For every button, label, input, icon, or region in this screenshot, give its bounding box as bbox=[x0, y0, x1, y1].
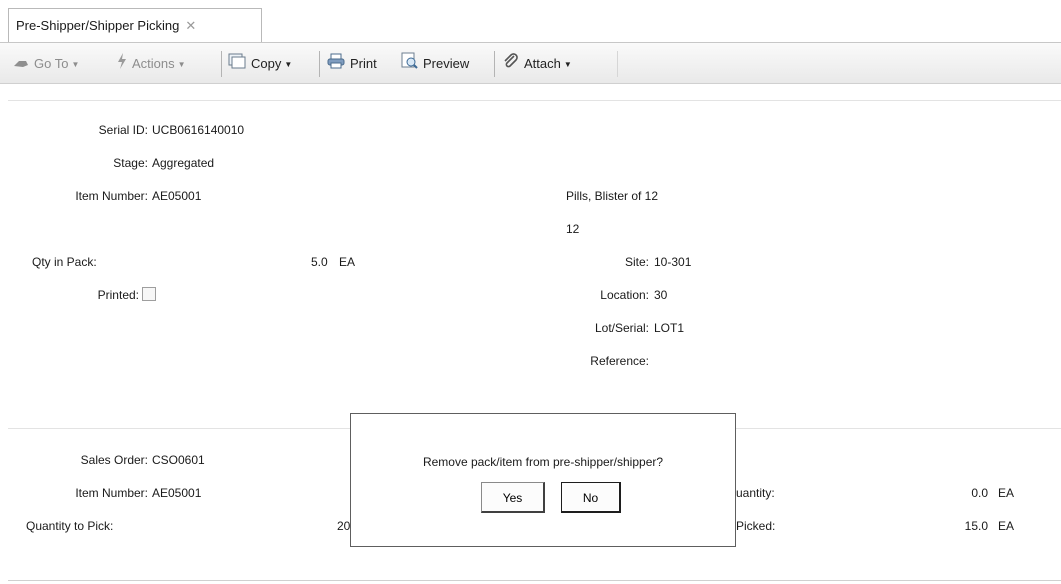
tab-pre-shipper-picking[interactable]: Pre-Shipper/Shipper Picking ✕ bbox=[8, 8, 262, 42]
picked-uom: EA bbox=[998, 519, 1015, 533]
chevron-down-icon: ▼ bbox=[177, 59, 186, 69]
goto-icon bbox=[13, 44, 29, 86]
paperclip-icon bbox=[503, 44, 519, 86]
printed-label: Printed: bbox=[97, 288, 139, 302]
reference-label: Reference: bbox=[590, 354, 649, 368]
lightning-icon bbox=[117, 44, 127, 86]
site-value: 10-301 bbox=[654, 255, 692, 269]
preview-label: Preview bbox=[423, 56, 470, 71]
printer-icon bbox=[327, 44, 345, 86]
quantity-to-pick-label: Quantity to Pick: bbox=[26, 519, 114, 533]
section-divider bbox=[8, 580, 1061, 581]
serial-id-value: UCB0616140010 bbox=[152, 123, 245, 137]
preview-button[interactable]: Preview bbox=[401, 43, 469, 85]
toolbar-divider bbox=[221, 51, 222, 77]
qty-in-pack-uom: EA bbox=[339, 255, 356, 269]
chevron-down-icon: ▼ bbox=[71, 59, 80, 69]
sales-order-label: Sales Order: bbox=[80, 453, 148, 467]
quantity-label: uantity: bbox=[736, 486, 775, 500]
picked-label: Picked: bbox=[736, 519, 776, 533]
copy-label: Copy bbox=[251, 56, 282, 71]
goto-label: Go To bbox=[34, 56, 69, 71]
location-value: 30 bbox=[654, 288, 668, 302]
order-item-number-label: Item Number: bbox=[75, 486, 148, 500]
item-description: Pills, Blister of 12 bbox=[566, 189, 659, 203]
picked-value: 15.0 bbox=[964, 519, 988, 533]
sales-order-value: CSO0601 bbox=[152, 453, 205, 467]
dialog-message: Remove pack/item from pre-shipper/shippe… bbox=[422, 455, 664, 469]
printed-checkbox[interactable] bbox=[142, 287, 156, 301]
lot-serial-label: Lot/Serial: bbox=[594, 321, 649, 335]
copy-icon bbox=[228, 44, 246, 86]
location-label: Location: bbox=[600, 288, 649, 302]
qty-in-pack-label: Qty in Pack: bbox=[32, 255, 97, 269]
section-divider bbox=[8, 100, 1061, 101]
toolbar-divider bbox=[319, 51, 320, 77]
confirm-dialog: Remove pack/item from pre-shipper/shippe… bbox=[350, 413, 736, 547]
print-label: Print bbox=[350, 56, 377, 71]
yes-button[interactable]: Yes bbox=[481, 482, 545, 513]
tab-bar: Pre-Shipper/Shipper Picking ✕ bbox=[0, 0, 1061, 42]
preview-icon bbox=[401, 44, 418, 86]
quantity-uom: EA bbox=[998, 486, 1015, 500]
toolbar: Go To ▼ Actions ▼ Copy ▼ Print Preview Atta… bbox=[0, 42, 1061, 84]
stage-label: Stage: bbox=[113, 156, 148, 170]
site-label: Site: bbox=[624, 255, 649, 269]
item-number-value: AE05001 bbox=[152, 189, 202, 203]
goto-button[interactable]: Go To ▼ bbox=[13, 43, 79, 85]
order-item-number-value: AE05001 bbox=[152, 486, 202, 500]
print-button[interactable]: Print bbox=[327, 43, 377, 85]
lot-serial-value: LOT1 bbox=[654, 321, 685, 335]
serial-id-label: Serial ID: bbox=[98, 123, 148, 137]
quantity-value: 0.0 bbox=[971, 486, 988, 500]
qty-in-pack-value: 5.0 bbox=[311, 255, 328, 269]
actions-label: Actions bbox=[132, 56, 175, 71]
no-button[interactable]: No bbox=[561, 482, 621, 513]
tab-title: Pre-Shipper/Shipper Picking bbox=[16, 18, 180, 33]
attach-label: Attach bbox=[524, 56, 561, 71]
actions-button[interactable]: Actions ▼ bbox=[117, 43, 186, 85]
attach-button[interactable]: Attach ▼ bbox=[503, 43, 572, 85]
toolbar-divider bbox=[617, 51, 618, 77]
chevron-down-icon: ▼ bbox=[563, 59, 572, 69]
close-icon[interactable]: ✕ bbox=[185, 18, 196, 33]
stage-value: Aggregated bbox=[152, 156, 215, 170]
copy-button[interactable]: Copy ▼ bbox=[228, 43, 292, 85]
item-number-label: Item Number: bbox=[75, 189, 148, 203]
chevron-down-icon: ▼ bbox=[284, 59, 293, 69]
item-description-2: 12 bbox=[566, 222, 580, 236]
quantity-to-pick-value: 20 bbox=[337, 519, 351, 533]
toolbar-divider bbox=[494, 51, 495, 77]
